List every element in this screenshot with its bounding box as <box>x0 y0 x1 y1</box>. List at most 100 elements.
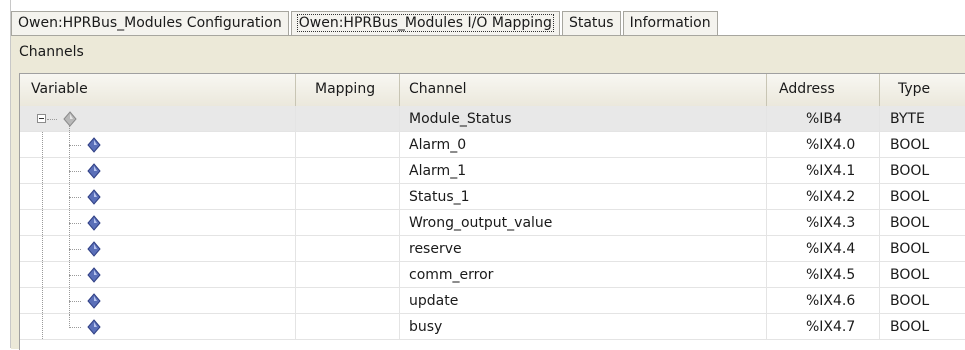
tree-line <box>42 262 43 287</box>
channel-cell: Alarm_1 <box>400 158 767 184</box>
mapping-cell[interactable] <box>296 288 400 314</box>
tree-line <box>69 327 81 328</box>
variable-icon <box>87 293 101 309</box>
channel-cell: Alarm_0 <box>400 132 767 158</box>
table-row[interactable]: Alarm_1 %IX4.1 BOOL <box>20 158 965 184</box>
channel-cell: Wrong_output_value <box>400 210 767 236</box>
type-cell: BOOL <box>880 184 965 210</box>
variable-cell[interactable] <box>20 158 296 184</box>
tab-status[interactable]: Status <box>561 11 621 35</box>
variable-cell[interactable] <box>20 262 296 288</box>
channel-cell: Module_Status <box>400 106 767 132</box>
collapse-icon[interactable] <box>37 114 46 123</box>
variable-cell[interactable] <box>20 210 296 236</box>
variable-icon <box>87 215 101 231</box>
table-row[interactable]: busy %IX4.7 BOOL <box>20 314 965 340</box>
variable-icon <box>63 111 77 127</box>
mapping-cell[interactable] <box>296 314 400 340</box>
tree-line <box>69 275 81 276</box>
type-cell: BOOL <box>880 288 965 314</box>
table-row[interactable]: update %IX4.6 BOOL <box>20 288 965 314</box>
column-header-variable[interactable]: Variable <box>20 74 296 106</box>
table-row[interactable]: Alarm_0 %IX4.0 BOOL <box>20 132 965 158</box>
mapping-cell[interactable] <box>296 184 400 210</box>
tree-line <box>42 210 43 235</box>
mapping-cell[interactable] <box>296 132 400 158</box>
tree-line <box>42 184 43 209</box>
address-cell: %IB4 <box>767 106 880 132</box>
tree-line <box>69 197 81 198</box>
tab-io-mapping[interactable]: Owen:HPRBus_Modules I/O Mapping <box>290 11 560 35</box>
channel-cell: comm_error <box>400 262 767 288</box>
tree-line <box>47 119 57 120</box>
type-cell: BOOL <box>880 262 965 288</box>
io-mapping-panel: Channels Variable Mapping Channel Addres… <box>11 35 965 350</box>
left-edge <box>0 0 11 348</box>
tree-line <box>42 314 43 339</box>
table-row[interactable]: Wrong_output_value %IX4.3 BOOL <box>20 210 965 236</box>
variable-icon <box>87 267 101 283</box>
table-row[interactable]: comm_error %IX4.5 BOOL <box>20 262 965 288</box>
address-cell: %IX4.6 <box>767 288 880 314</box>
tab-bar: Owen:HPRBus_Modules Configuration Owen:H… <box>11 9 965 35</box>
table-body: Module_Status %IB4 BYTE Alarm_0 %IX4.0 B… <box>20 106 965 340</box>
tree-line <box>69 301 81 302</box>
mapping-cell[interactable] <box>296 210 400 236</box>
mapping-cell[interactable] <box>296 158 400 184</box>
tab-label: Owen:HPRBus_Modules Configuration <box>18 15 282 31</box>
address-cell: %IX4.1 <box>767 158 880 184</box>
variable-cell[interactable] <box>20 184 296 210</box>
tab-configuration[interactable]: Owen:HPRBus_Modules Configuration <box>11 11 289 35</box>
variable-icon <box>87 319 101 335</box>
channel-cell: update <box>400 288 767 314</box>
channel-cell: Status_1 <box>400 184 767 210</box>
address-cell: %IX4.5 <box>767 262 880 288</box>
tab-information[interactable]: Information <box>622 11 718 35</box>
mapping-cell[interactable] <box>296 106 400 132</box>
variable-cell[interactable] <box>20 132 296 158</box>
variable-cell[interactable] <box>20 314 296 340</box>
column-header-address[interactable]: Address <box>767 74 880 106</box>
type-cell: BYTE <box>880 106 965 132</box>
address-cell: %IX4.7 <box>767 314 880 340</box>
tab-label: Owen:HPRBus_Modules I/O Mapping <box>296 14 554 32</box>
tree-line <box>42 132 43 157</box>
type-cell: BOOL <box>880 210 965 236</box>
tree-line <box>69 249 81 250</box>
column-header-channel[interactable]: Channel <box>400 74 767 106</box>
variable-icon <box>87 241 101 257</box>
channel-cell: busy <box>400 314 767 340</box>
tab-label: Status <box>568 15 614 31</box>
column-header-type[interactable]: Type <box>880 74 965 106</box>
address-cell: %IX4.4 <box>767 236 880 262</box>
type-cell: BOOL <box>880 314 965 340</box>
variable-cell[interactable] <box>20 106 296 132</box>
type-cell: BOOL <box>880 236 965 262</box>
variable-cell[interactable] <box>20 288 296 314</box>
tree-line <box>69 314 70 326</box>
tree-line <box>42 288 43 313</box>
table-header: Variable Mapping Channel Address Type <box>20 74 965 106</box>
table-row[interactable]: reserve %IX4.4 BOOL <box>20 236 965 262</box>
tree-line <box>42 158 43 183</box>
tree-line <box>42 236 43 261</box>
tab-label: Information <box>629 15 711 31</box>
channels-table: Variable Mapping Channel Address Type Mo… <box>19 73 965 350</box>
type-cell: BOOL <box>880 132 965 158</box>
variable-icon <box>87 189 101 205</box>
table-row[interactable]: Module_Status %IB4 BYTE <box>20 106 965 132</box>
table-row[interactable]: Status_1 %IX4.2 BOOL <box>20 184 965 210</box>
address-cell: %IX4.2 <box>767 184 880 210</box>
mapping-cell[interactable] <box>296 236 400 262</box>
address-cell: %IX4.0 <box>767 132 880 158</box>
type-cell: BOOL <box>880 158 965 184</box>
address-cell: %IX4.3 <box>767 210 880 236</box>
variable-icon <box>87 137 101 153</box>
tree-line <box>69 171 81 172</box>
channels-group-title: Channels <box>19 44 84 60</box>
variable-cell[interactable] <box>20 236 296 262</box>
tree-line <box>69 145 81 146</box>
column-header-mapping[interactable]: Mapping <box>296 74 400 106</box>
mapping-cell[interactable] <box>296 262 400 288</box>
variable-icon <box>87 163 101 179</box>
